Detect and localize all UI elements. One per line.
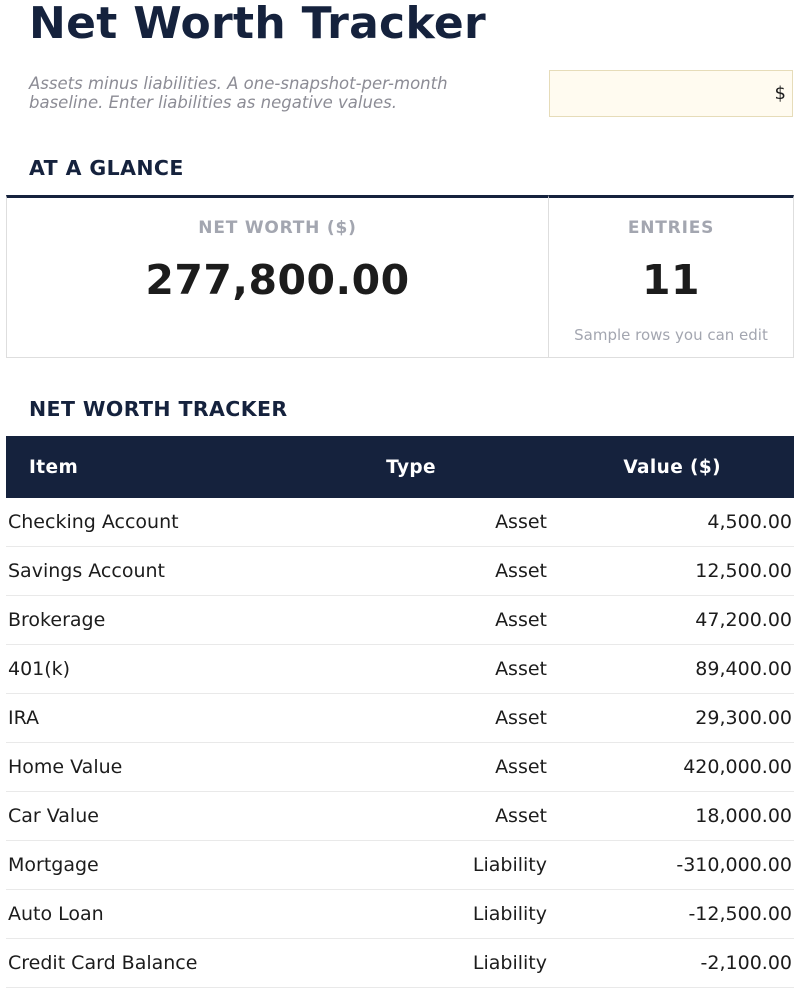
item-cell[interactable]: Home Value [6,742,256,792]
table-row: Brokerage Asset 47,200.00 [6,595,794,645]
value-cell[interactable]: 29,300.00 [549,693,794,743]
item-cell[interactable]: Car Value [6,791,256,841]
item-cell[interactable]: Credit Card Balance [6,938,256,988]
column-header-type[interactable]: Type [256,436,549,498]
value-cell[interactable]: -12,500.00 [549,889,794,939]
item-cell[interactable]: Checking Account [6,498,256,547]
item-cell[interactable]: Brokerage [6,595,256,645]
value-cell[interactable]: 47,200.00 [549,595,794,645]
value-cell[interactable]: -310,000.00 [549,840,794,890]
table-row: Savings Account Asset 12,500.00 [6,546,794,596]
table-row: Mortgage Liability -310,000.00 [6,840,794,890]
entries-label: ENTRIES [627,218,715,238]
page-title: Net Worth Tracker [29,0,486,49]
net-worth-label: NET WORTH ($) [198,218,357,238]
table-body: Checking Account Asset 4,500.00 Savings … [6,498,794,988]
table-header-row: Item Type Value ($) [6,436,794,498]
table-row: Car Value Asset 18,000.00 [6,791,794,841]
table-row: Credit Card Balance Liability -2,100.00 [6,938,794,988]
item-cell[interactable]: Mortgage [6,840,256,890]
column-header-item[interactable]: Item [6,436,256,498]
column-header-value[interactable]: Value ($) [549,436,794,498]
value-cell[interactable]: 420,000.00 [549,742,794,792]
table-row: Home Value Asset 420,000.00 [6,742,794,792]
table-row: IRA Asset 29,300.00 [6,693,794,743]
type-cell[interactable]: Asset [256,595,549,645]
type-cell[interactable]: Asset [256,791,549,841]
type-cell[interactable]: Liability [256,840,549,890]
at-a-glance-panel: NET WORTH ($) 277,800.00 ENTRIES 11 Samp… [6,195,794,358]
value-cell[interactable]: -2,100.00 [549,938,794,988]
net-worth-card: NET WORTH ($) 277,800.00 [6,195,549,358]
type-cell[interactable]: Liability [256,938,549,988]
at-a-glance-heading: AT A GLANCE [29,156,184,180]
tracker-heading: NET WORTH TRACKER [29,397,288,421]
table-row: Checking Account Asset 4,500.00 [6,498,794,547]
net-worth-value: 277,800.00 [145,256,410,304]
value-cell[interactable]: 4,500.00 [549,498,794,547]
table-header: Item Type Value ($) [6,436,794,498]
item-cell[interactable]: Savings Account [6,546,256,596]
entries-note: Sample rows you can edit [574,326,768,344]
type-cell[interactable]: Asset [256,498,549,547]
page-subtitle: Assets minus liabilities. A one-snapshot… [29,74,448,112]
type-cell[interactable]: Asset [256,546,549,596]
currency-input[interactable] [549,70,793,117]
item-cell[interactable]: 401(k) [6,644,256,694]
table-row: 401(k) Asset 89,400.00 [6,644,794,694]
table-row: Auto Loan Liability -12,500.00 [6,889,794,939]
value-cell[interactable]: 89,400.00 [549,644,794,694]
net-worth-page: Net Worth Tracker Assets minus liabiliti… [0,0,800,999]
type-cell[interactable]: Liability [256,889,549,939]
item-cell[interactable]: IRA [6,693,256,743]
net-worth-table: Item Type Value ($) Checking Account Ass… [6,436,794,988]
entries-value: 11 [641,256,701,304]
item-cell[interactable]: Auto Loan [6,889,256,939]
entries-card: ENTRIES 11 Sample rows you can edit [549,195,794,358]
value-cell[interactable]: 18,000.00 [549,791,794,841]
type-cell[interactable]: Asset [256,644,549,694]
type-cell[interactable]: Asset [256,693,549,743]
value-cell[interactable]: 12,500.00 [549,546,794,596]
type-cell[interactable]: Asset [256,742,549,792]
